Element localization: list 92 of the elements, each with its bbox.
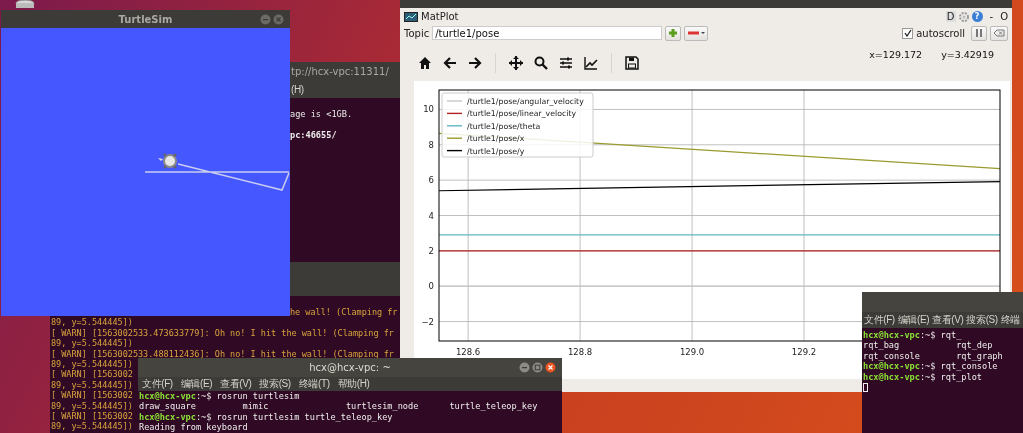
menu-item[interactable]: 文件(F) bbox=[142, 377, 173, 391]
y-tick-label: 8 bbox=[428, 139, 434, 150]
x-tick-label: 129.2 bbox=[791, 347, 817, 357]
file-name: turtlesim_node bbox=[345, 401, 420, 412]
plus-icon bbox=[668, 28, 679, 38]
back-arrow-icon[interactable] bbox=[443, 56, 457, 70]
menu-item[interactable]: (H) bbox=[291, 83, 304, 95]
terminal-line: [ WARN] [1563002533.473633779]: Oh no! I hit the wall! (Clamping fr bbox=[51, 327, 394, 338]
close-button[interactable] bbox=[545, 362, 556, 373]
file-name: draw_square bbox=[139, 401, 197, 412]
plot-icon bbox=[404, 11, 418, 22]
x-tick-label: 129.0 bbox=[679, 347, 705, 357]
terminal-line: 89, y=5.544445]) bbox=[51, 338, 133, 349]
add-button[interactable] bbox=[665, 25, 682, 41]
minimize-button[interactable] bbox=[519, 362, 530, 373]
file-name: rqt_bag bbox=[863, 340, 901, 351]
turtle-drawing bbox=[158, 153, 177, 169]
menu-item[interactable]: 搜索(S) bbox=[259, 377, 291, 391]
terminal-line: age is <1GB. bbox=[290, 109, 353, 119]
file-name: rqt_console bbox=[863, 350, 921, 362]
prompt-text: hcx@hcx-vpc bbox=[863, 371, 920, 382]
y-tick-label: 2 bbox=[428, 245, 434, 256]
terminal-line: [ WARN] [1563002 bbox=[51, 390, 133, 401]
terminal-line: 89, y=5.544445]) bbox=[51, 358, 133, 369]
sliders-icon[interactable] bbox=[559, 56, 573, 70]
window-control[interactable]: O bbox=[1000, 11, 1008, 22]
cursor-y-readout: y=3.42919 bbox=[941, 49, 994, 60]
autoscroll-checkbox[interactable] bbox=[902, 27, 914, 39]
prompt-text: hcx@hcx-vpc bbox=[139, 411, 196, 422]
command-text: :~$ rqt_plot bbox=[919, 371, 982, 382]
menu-item[interactable]: 文件(F) bbox=[864, 313, 895, 327]
save-icon[interactable] bbox=[625, 56, 639, 70]
legend-swatch bbox=[446, 149, 463, 152]
command-text: :~$ rqt_ bbox=[919, 330, 962, 340]
cursor-x-readout: x=129.172 bbox=[869, 49, 923, 60]
help-button[interactable]: ? bbox=[971, 11, 983, 22]
y-tick-label: 6 bbox=[428, 175, 434, 186]
menu-item[interactable]: 帮助(H) bbox=[337, 377, 370, 391]
topic-field[interactable]: /turtle1/pose bbox=[432, 26, 663, 40]
window-title: TurtleSim bbox=[118, 13, 173, 25]
menu-item[interactable]: 编辑(E) bbox=[180, 377, 213, 391]
menu-item[interactable]: 查看(V) bbox=[932, 313, 964, 327]
topic-label: Topic bbox=[404, 27, 430, 39]
terminal-line: [ WARN] [1563002533.488112436]: Oh no! I hit the wall! (Clamping fr bbox=[51, 348, 394, 359]
window-title: tp://hcx-vpc:11311/ bbox=[291, 65, 389, 77]
clear-icon bbox=[993, 28, 1005, 38]
terminal-line: Reading from keyboard bbox=[139, 422, 248, 433]
autoscroll-label: autoscroll bbox=[916, 27, 965, 39]
y-tick-label: 0 bbox=[428, 281, 434, 292]
x-tick-label: 128.6 bbox=[455, 347, 481, 357]
pause-button[interactable] bbox=[971, 25, 987, 41]
clear-button[interactable] bbox=[990, 25, 1008, 41]
cylinder-icon[interactable] bbox=[14, 0, 36, 9]
search-icon[interactable] bbox=[534, 56, 548, 70]
terminal-line: 89, y=5.544445]) bbox=[51, 421, 133, 432]
file-name: mimic bbox=[242, 401, 270, 412]
window-title: hcx@hcx-vpc: ~ bbox=[309, 362, 391, 373]
y-tick-label: 10 bbox=[423, 104, 434, 115]
legend-swatch bbox=[446, 112, 463, 115]
menu-item[interactable]: 终端(T) bbox=[298, 377, 330, 391]
window-control[interactable]: - bbox=[989, 11, 994, 22]
menu-item[interactable]: 搜索(S) bbox=[966, 313, 998, 327]
pause-icon bbox=[974, 28, 984, 38]
terminal-line: he wall! (Clamping fr bbox=[290, 307, 398, 317]
forward-arrow-icon[interactable] bbox=[468, 56, 482, 70]
terminal-line: [ WARN] [1563002 bbox=[51, 410, 133, 421]
terminal-line: pc:46655/ bbox=[290, 129, 337, 140]
y-tick-label: 4 bbox=[428, 210, 434, 221]
prompt-text: hcx@hcx-vpc bbox=[863, 330, 920, 340]
terminal-line: 89, y=5.544445]) bbox=[51, 317, 133, 328]
prompt-text: hcx@hcx-vpc bbox=[863, 361, 920, 372]
remove-button[interactable] bbox=[684, 25, 709, 41]
file-name: rqt_dep bbox=[956, 340, 994, 351]
command-text: :~$ rosrun turtlesim turtle_teleop_key bbox=[195, 411, 393, 422]
command-text: :~$ rosrun turtlesim bbox=[195, 391, 300, 401]
terminal-line: [ WARN] [1563002 bbox=[51, 369, 133, 380]
terminal-line: 89, y=5.544445]) bbox=[51, 379, 133, 390]
file-name: turtle_teleop_key bbox=[449, 401, 539, 412]
menu-item[interactable]: 编辑(E) bbox=[897, 313, 930, 327]
menu-item[interactable]: 终端 bbox=[1000, 313, 1020, 327]
d-button[interactable]: D bbox=[945, 11, 956, 22]
menu-item[interactable]: 查看(V) bbox=[220, 377, 252, 391]
file-name: rqt_graph bbox=[956, 350, 1004, 362]
prompt-text: hcx@hcx-vpc bbox=[139, 391, 196, 401]
home-icon[interactable] bbox=[418, 56, 432, 70]
x-tick-label: 128.8 bbox=[567, 347, 593, 357]
command-text: :~$ rqt_console bbox=[919, 361, 998, 372]
line-chart-icon[interactable] bbox=[584, 56, 598, 70]
terminal-line: 89, y=5.544445]) bbox=[51, 400, 133, 411]
move-icon[interactable] bbox=[509, 56, 523, 70]
y-tick-label: −2 bbox=[421, 316, 434, 327]
plugin-title: MatPlot bbox=[421, 11, 459, 22]
